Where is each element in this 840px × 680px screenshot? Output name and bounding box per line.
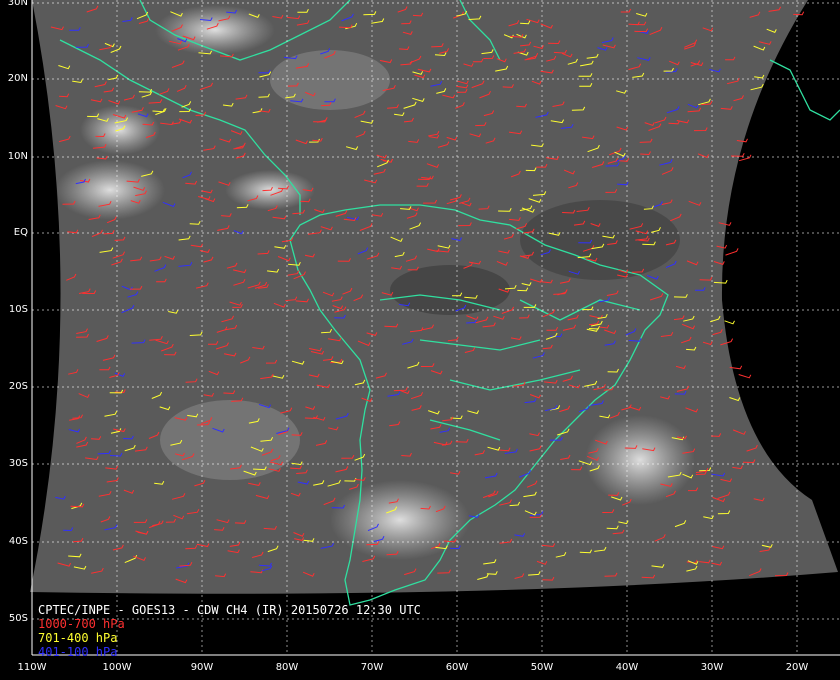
lon-label-110w: 110W: [17, 662, 47, 673]
lat-label-30n: 30N: [7, 0, 28, 8]
lon-label-70w: 70W: [360, 662, 384, 673]
lat-label-50s: 50S: [8, 613, 28, 624]
lat-label-10s: 10S: [8, 304, 28, 315]
lon-label-100w: 100W: [102, 662, 132, 673]
satellite-map: [30, 0, 840, 656]
lat-label-10n: 10N: [7, 151, 28, 162]
lon-label-90w: 90W: [190, 662, 214, 673]
wind-barb: [724, 320, 735, 325]
lat-label-20n: 20N: [7, 73, 28, 84]
legend-low-level: 1000-700 hPa: [38, 617, 125, 631]
wind-barb: [738, 374, 752, 379]
lon-label-50w: 50W: [530, 662, 554, 673]
lat-label-eq: EQ: [13, 227, 28, 238]
legend-mid-level: 701-400 hPa: [38, 631, 118, 645]
lon-label-20w: 20W: [785, 662, 809, 673]
map-title: CPTEC/INPE - GOES13 - CDW CH4 (IR) 20150…: [38, 603, 421, 617]
lon-label-60w: 60W: [445, 662, 469, 673]
lon-label-40w: 40W: [615, 662, 639, 673]
lat-label-30s: 30S: [8, 458, 28, 469]
lat-label-20s: 20S: [8, 381, 28, 392]
map-caption: CPTEC/INPE - GOES13 - CDW CH4 (IR) 20150…: [38, 603, 421, 659]
lon-label-30w: 30W: [700, 662, 724, 673]
lat-label-40s: 40S: [8, 536, 28, 547]
legend-high-level: 401-100 hPa: [38, 645, 118, 659]
wind-barb: [725, 248, 739, 256]
lon-label-80w: 80W: [275, 662, 299, 673]
